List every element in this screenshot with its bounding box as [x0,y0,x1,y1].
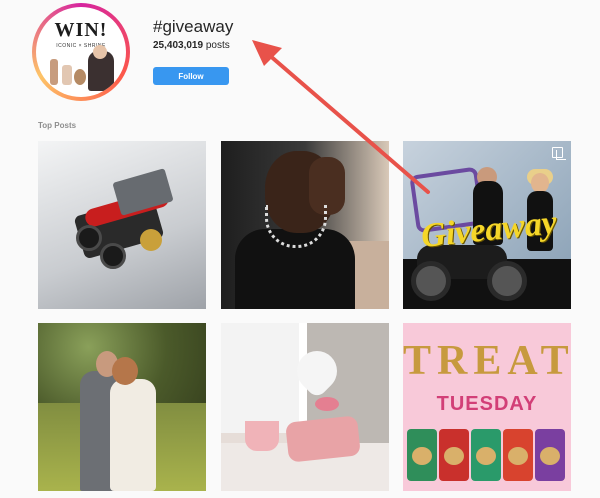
engine-wheel [100,243,126,269]
tuesday-subheadline: TUESDAY [436,393,538,415]
post-count: 25,403,019 posts [153,40,230,51]
post-giveaway-bikers[interactable]: Giveaway [403,141,571,309]
post-treat-tuesday[interactable]: TREAT TUESDAY [403,323,571,491]
post-count-suffix: posts [203,40,230,51]
valentine-heart-box [285,415,361,463]
annotation-arrow-head [252,40,282,66]
snack-pack [503,429,533,481]
wedding-bride-head [112,357,138,385]
post-valentine-decor[interactable] [221,323,389,491]
giveaway-woman-head [531,173,549,193]
avatar-headline: WIN! [54,19,108,41]
treat-headline: TREAT [403,338,571,384]
hashtag-avatar-ring: WIN! ICONIC × SHRINE [32,3,130,101]
snack-pack [407,429,437,481]
hashtag-avatar: WIN! ICONIC × SHRINE [36,7,126,97]
engine-wheel [76,225,102,251]
hashtag-title: #giveaway [153,17,234,36]
avatar-product [62,65,72,85]
valentine-window [221,323,307,433]
post-count-number: 25,403,019 [153,40,204,51]
follow-button[interactable]: Follow [153,67,229,85]
snack-pack [439,429,469,481]
engine-block [112,168,174,216]
avatar-product [50,59,58,85]
engine-pulley [140,229,162,251]
post-engine-model[interactable] [38,141,206,309]
wedding-bride [110,379,156,491]
valentine-mug [245,421,279,451]
post-man-chain[interactable] [221,141,389,309]
post-wedding-couple[interactable] [38,323,206,491]
avatar-subtext: ICONIC × SHRINE [56,43,106,49]
valentine-bow [315,397,339,411]
snack-pack [535,429,565,481]
top-posts-label: Top Posts [38,121,77,130]
avatar-model-face [93,45,107,59]
motorcycle-wheel [411,261,451,301]
motorcycle-wheel [487,261,527,301]
avatar-product [74,69,86,85]
snack-pack [471,429,501,481]
